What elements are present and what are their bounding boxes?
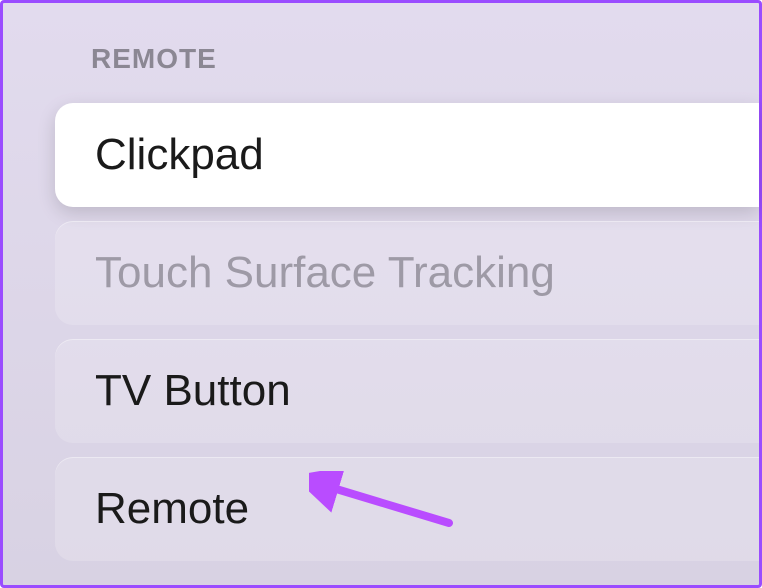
row-clickpad[interactable]: Clickpad — [55, 103, 759, 207]
row-label: Clickpad — [95, 130, 264, 180]
row-label: TV Button — [95, 366, 291, 416]
row-remote[interactable]: Remote — [55, 457, 759, 561]
section-header-remote: REMOTE — [91, 43, 217, 75]
row-tv-button[interactable]: TV Button — [55, 339, 759, 443]
settings-list: Clickpad Touch Surface Tracking TV Butto… — [55, 103, 759, 561]
row-touch-surface-tracking: Touch Surface Tracking — [55, 221, 759, 325]
row-label: Remote — [95, 484, 249, 534]
row-label: Touch Surface Tracking — [95, 248, 555, 298]
settings-panel: REMOTE Clickpad Touch Surface Tracking T… — [0, 0, 762, 588]
